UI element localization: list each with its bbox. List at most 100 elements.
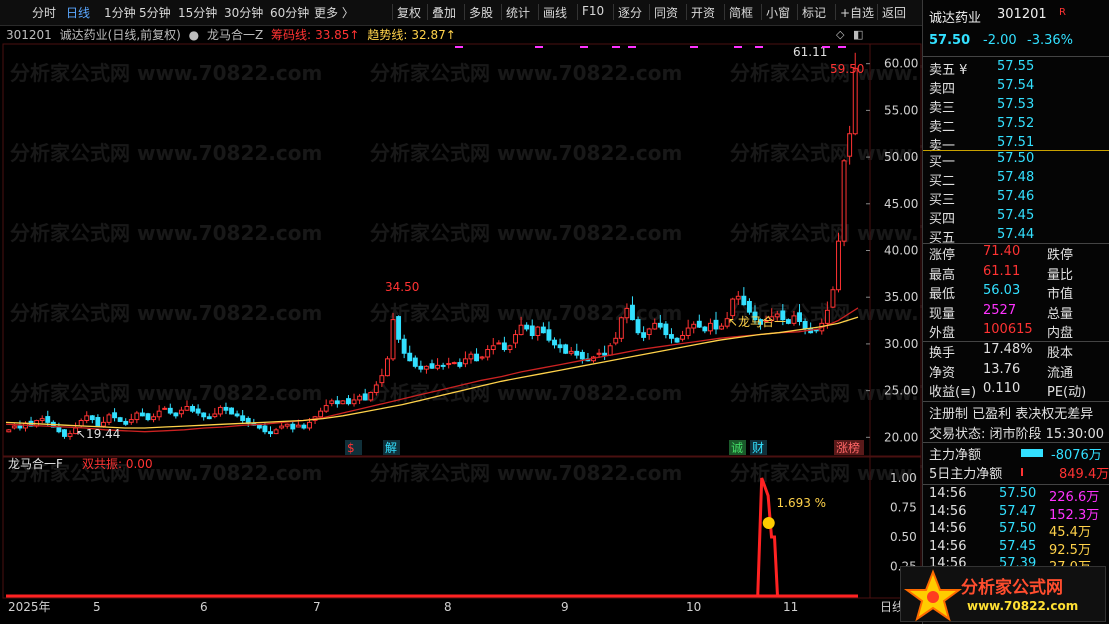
candle-body <box>451 362 457 365</box>
candle-body <box>62 429 67 437</box>
candle-body <box>45 416 51 423</box>
logo-url: www.70822.com <box>967 599 1079 613</box>
tick-time: 14:56 <box>929 521 967 536</box>
tick-volume: 226.6万 <box>1049 490 1100 505</box>
event-marker[interactable]: 诚 <box>731 441 743 455</box>
signal-dot <box>455 46 463 48</box>
stat-right-label: 总量 <box>1047 306 1074 322</box>
candle-body <box>256 424 262 429</box>
candle-body <box>802 320 808 330</box>
candle-body <box>496 342 502 345</box>
candle-body <box>223 406 229 411</box>
candle-body <box>852 67 858 135</box>
ask-row: 卖二 57.52 <box>923 116 1109 135</box>
main-flow-bar <box>1021 449 1043 457</box>
bid-row: 买三 57.46 <box>923 189 1109 208</box>
candle-body <box>390 319 396 360</box>
candle-body <box>507 345 513 351</box>
candle-body <box>429 363 435 369</box>
main-flow-label: 主力净额 <box>929 448 982 463</box>
candle-body <box>139 412 145 417</box>
price-axis-label: 20.00 <box>884 430 918 444</box>
candle-body <box>78 420 84 427</box>
sub-axis-label: 1.00 <box>890 471 917 485</box>
diamond-icon[interactable]: ◇ <box>836 28 845 41</box>
flow5-value: 849.4万 <box>1059 467 1109 482</box>
bid-label: 买一 <box>929 155 956 170</box>
candle-body <box>6 429 12 433</box>
price-axis-label: 60.00 <box>884 57 918 71</box>
tick-price: 57.50 <box>999 521 1037 536</box>
ask-price: 57.51 <box>997 135 1035 150</box>
signal-dot <box>755 46 763 48</box>
stock-code: 301201 <box>997 7 1047 22</box>
event-marker[interactable]: 财 <box>752 441 764 455</box>
watermark-text: 分析家公式网 www.70822.com <box>10 381 322 405</box>
star-logo-icon <box>903 569 963 622</box>
candle-body <box>95 417 101 427</box>
candle-body <box>529 325 535 337</box>
sub-peak-label: 1.693 % <box>777 496 827 510</box>
event-marker[interactable]: $ <box>347 441 355 455</box>
tick-price: 57.47 <box>999 503 1037 519</box>
candle-body <box>112 412 118 419</box>
candle-body <box>117 417 123 422</box>
candle-body <box>67 433 73 437</box>
candle-body <box>279 425 285 429</box>
stat2-row: 收益(≡) 0.110 PE(动) <box>923 381 1109 400</box>
stat2-row: 换手 17.48% 股本 <box>923 342 1109 361</box>
tick-volume: 152.3万 <box>1049 507 1100 523</box>
price-row: 57.50 -2.00 -3.36% <box>923 33 1109 52</box>
candle-body <box>357 395 363 401</box>
candle-body <box>184 405 190 411</box>
candle-body <box>652 322 658 330</box>
trading-status: 交易状态: 闭市阶段 15:30:00 <box>929 427 1105 442</box>
tick-row: 14:56 57.50 45.4万 <box>923 521 1109 540</box>
candle-body <box>847 133 853 157</box>
candle-body <box>613 337 619 344</box>
ask-price: 57.55 <box>997 59 1035 74</box>
candle-body <box>579 351 585 360</box>
watermark-text: 分析家公式网 www.70822.com <box>10 301 322 325</box>
stat-value: 71.40 <box>983 244 1021 259</box>
candle-body <box>836 240 841 291</box>
signal-dot <box>690 46 698 48</box>
candle-body <box>440 364 446 367</box>
chart-canvas[interactable]: 分析家公式网 www.70822.com 分析家公式网 www.70822.com… <box>0 0 922 624</box>
bid-price: 57.44 <box>997 227 1035 242</box>
candle-body <box>674 337 680 343</box>
watermark-text: 分析家公式网 www.70822.com <box>370 61 682 85</box>
tick-volume: 92.5万 <box>1049 542 1091 558</box>
bid-row: 买二 57.48 <box>923 170 1109 189</box>
event-marker[interactable]: 解 <box>385 441 397 455</box>
bid-price: 57.48 <box>997 170 1035 185</box>
candle-body <box>557 344 563 349</box>
ask-price: 57.54 <box>997 78 1035 93</box>
r-badge: R <box>1059 7 1066 18</box>
candle-body <box>290 423 296 430</box>
sub-chart-name: 龙马合一F <box>8 456 63 471</box>
bid-label: 买三 <box>929 193 956 208</box>
price-axis-label: 40.00 <box>884 244 918 258</box>
candle-body <box>173 412 179 417</box>
stat-row: 外盘 100615 内盘 <box>923 322 1109 341</box>
tick-time: 14:56 <box>929 503 967 519</box>
candle-body <box>318 410 324 418</box>
peak-price-label: 34.50 <box>385 280 419 294</box>
stat2-right-label: 股本 <box>1047 346 1074 361</box>
candle-body <box>362 393 368 401</box>
event-marker[interactable]: 涨榜 <box>836 440 860 455</box>
stat2-label: 净资 <box>929 365 956 381</box>
candle-body <box>195 408 201 414</box>
flow5-bar <box>1021 468 1023 476</box>
candle-body <box>468 353 474 360</box>
sub-axis-label: 0.50 <box>890 530 917 544</box>
candle-body <box>262 425 268 433</box>
panel-toggle-icon[interactable]: ◧ <box>853 28 863 41</box>
candle-body <box>162 407 168 410</box>
candle-body <box>284 423 290 427</box>
stat-label: 最高 <box>929 267 956 283</box>
candle-body <box>190 405 195 412</box>
candle-body <box>702 326 708 332</box>
candle-body <box>446 363 452 366</box>
